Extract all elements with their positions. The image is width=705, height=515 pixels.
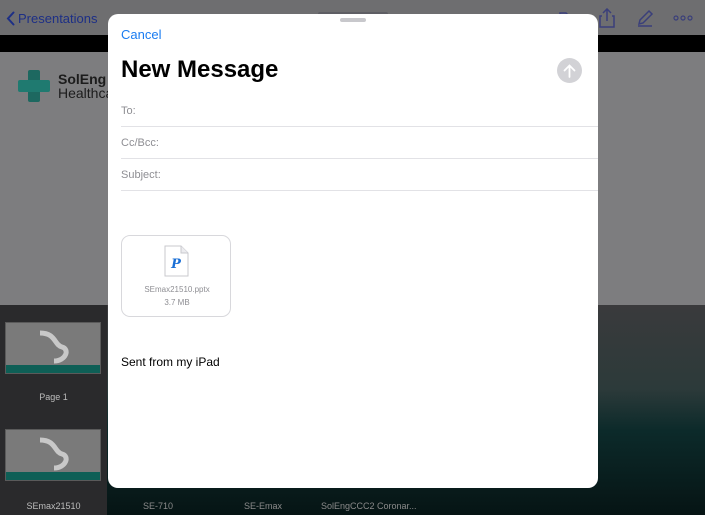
- back-button[interactable]: Presentations: [6, 9, 98, 27]
- attachment-name: SEmax21510.pptx: [144, 285, 210, 294]
- to-input[interactable]: [141, 100, 598, 121]
- document-icon: P: [164, 245, 189, 277]
- arrow-up-icon: [563, 63, 576, 78]
- to-label: To:: [121, 104, 136, 117]
- slide-thumbnail[interactable]: [5, 429, 101, 481]
- attachment-card[interactable]: P SEmax21510.pptx 3.7 MB: [121, 235, 231, 317]
- file-type-letter: P: [170, 257, 182, 272]
- company-logo: SolEng Healthca: [18, 70, 113, 102]
- back-label: Presentations: [18, 10, 98, 26]
- presentation-item-label[interactable]: SE-Emax: [244, 501, 282, 511]
- chevron-left-icon: [6, 11, 15, 25]
- stent-illustration-icon: [39, 330, 69, 364]
- compose-title: New Message: [121, 56, 279, 83]
- stent-illustration-icon: [39, 437, 69, 471]
- presentation-item-label[interactable]: SolEngCCC2 Coronar...: [321, 501, 417, 511]
- ccbcc-input[interactable]: [164, 132, 598, 153]
- send-button[interactable]: [557, 58, 582, 83]
- presentation-item-label[interactable]: SE-710: [143, 501, 173, 511]
- message-signature[interactable]: Sent from my iPad: [121, 355, 220, 369]
- ccbcc-field: Cc/Bcc:: [121, 127, 598, 159]
- cross-logo-icon: [18, 70, 50, 102]
- subject-label: Subject:: [121, 168, 161, 181]
- attachment-size: 3.7 MB: [164, 298, 190, 307]
- to-field: To:: [121, 95, 598, 127]
- subject-field: Subject:: [121, 159, 598, 191]
- cancel-button[interactable]: Cancel: [121, 27, 161, 42]
- share-icon[interactable]: [597, 8, 617, 28]
- thumbnail-label: Page 1: [39, 392, 68, 402]
- slide-thumbnail[interactable]: [5, 322, 101, 374]
- ccbcc-label: Cc/Bcc:: [121, 136, 159, 149]
- pencil-icon[interactable]: [635, 8, 655, 28]
- logo-text-line1: SolEng: [58, 71, 107, 87]
- subject-input[interactable]: [166, 164, 598, 185]
- more-icon[interactable]: [673, 8, 693, 28]
- sheet-grabber[interactable]: [340, 18, 366, 22]
- logo-text-line2: Healthca: [58, 85, 114, 101]
- compose-sheet: Cancel New Message To: Cc/Bcc: Subject: …: [108, 14, 598, 488]
